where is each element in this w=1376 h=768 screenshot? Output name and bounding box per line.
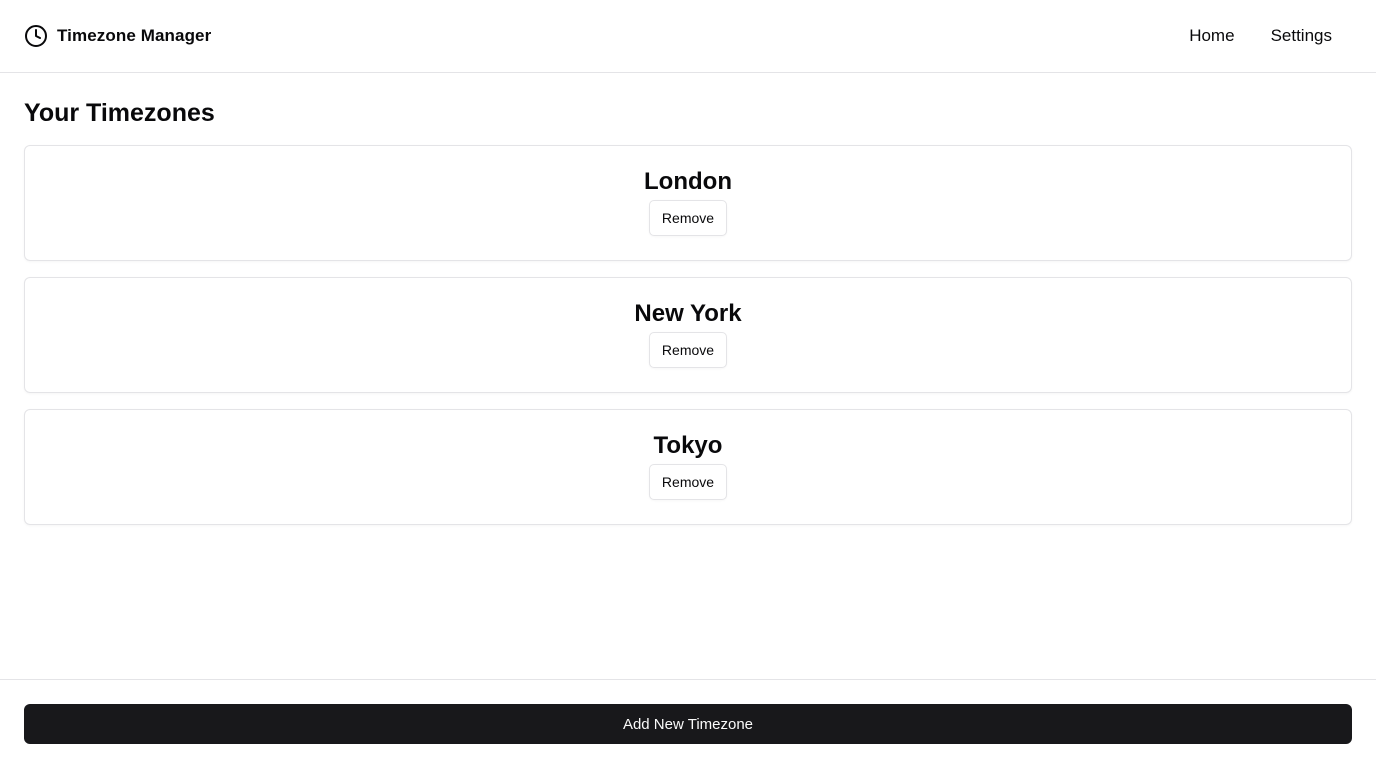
timezone-name: London [644, 168, 732, 195]
remove-tokyo-button[interactable]: Remove [648, 464, 728, 500]
brand: Timezone Manager [24, 24, 211, 48]
timezone-name: New York [634, 300, 742, 327]
timezone-list: London Remove New York Remove Tokyo Remo… [24, 145, 1352, 525]
timezone-card-london: London Remove [24, 145, 1352, 261]
remove-london-button[interactable]: Remove [648, 200, 728, 236]
app-title: Timezone Manager [57, 26, 212, 45]
clock-icon [24, 24, 48, 48]
nav-home-link[interactable]: Home [1171, 20, 1252, 52]
main-content: Your Timezones London Remove New York Re… [0, 73, 1376, 679]
top-nav: Home Settings [1171, 20, 1348, 52]
app-root: Timezone Manager Home Settings Your Time… [0, 0, 1376, 768]
timezone-card-new-york: New York Remove [24, 277, 1352, 393]
top-bar: Timezone Manager Home Settings [0, 0, 1376, 73]
add-timezone-button[interactable]: Add New Timezone [24, 704, 1352, 744]
bottom-bar: Add New Timezone [0, 679, 1376, 768]
page-title: Your Timezones [24, 99, 215, 127]
timezone-name: Tokyo [653, 432, 723, 459]
remove-new-york-button[interactable]: Remove [648, 332, 728, 368]
timezone-card-tokyo: Tokyo Remove [24, 409, 1352, 525]
nav-settings-link[interactable]: Settings [1253, 20, 1348, 52]
